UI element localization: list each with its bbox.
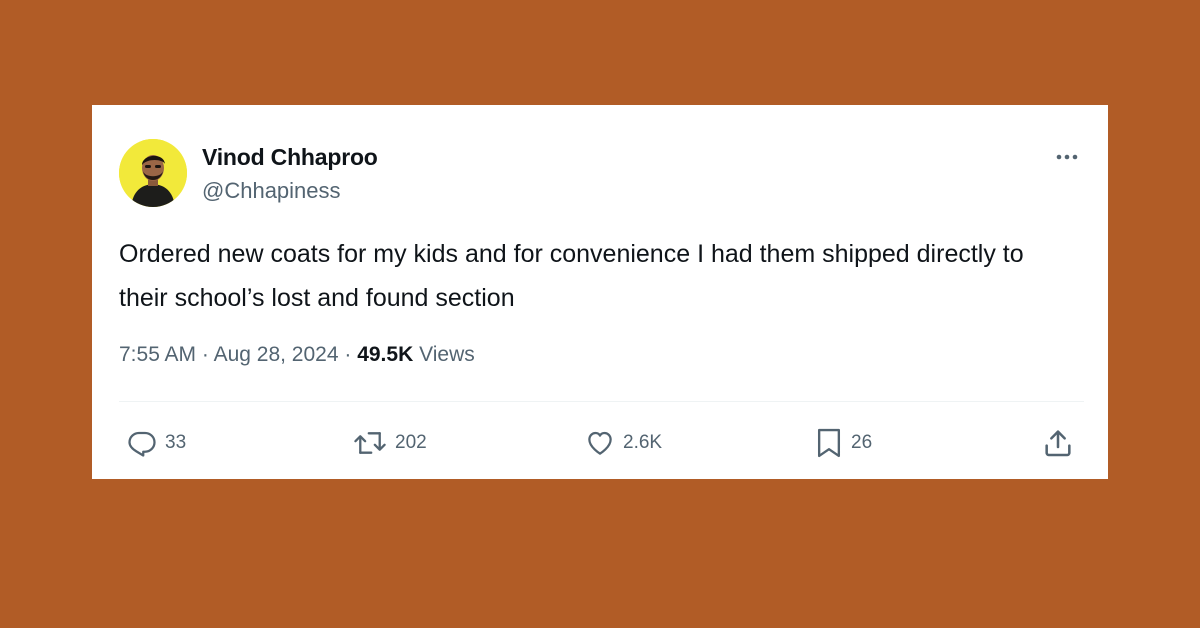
author-handle[interactable]: @Chhapiness: [202, 178, 341, 204]
meta-separator: ·: [344, 343, 358, 366]
like-count: 2.6K: [623, 432, 663, 453]
tweet-meta: 7:55 AM · Aug 28, 2024 · 49.5K Views: [119, 343, 475, 367]
repost-icon: [354, 432, 386, 454]
reply-icon: [128, 431, 156, 457]
like-button[interactable]: 2.6K: [585, 425, 662, 461]
avatar[interactable]: [119, 139, 187, 207]
bookmark-count: 26: [851, 432, 873, 453]
share-icon: [1045, 430, 1071, 457]
tweet-card: Vinod Chhaproo @Chhapiness Ordered new c…: [92, 105, 1108, 479]
repost-button[interactable]: 202: [353, 425, 427, 461]
divider: [119, 401, 1084, 402]
views-count[interactable]: 49.5K: [357, 343, 413, 366]
tweet-date[interactable]: Aug 28, 2024: [214, 343, 339, 366]
author-name[interactable]: Vinod Chhaproo: [202, 144, 378, 171]
reply-button[interactable]: 33: [127, 425, 186, 461]
avatar-image: [119, 139, 187, 207]
more-horizontal-icon: [1056, 154, 1078, 160]
more-options-button[interactable]: [1052, 142, 1082, 172]
bookmark-icon: [817, 428, 841, 458]
tweet-time[interactable]: 7:55 AM: [119, 343, 196, 366]
bookmark-button[interactable]: 26: [815, 425, 872, 461]
repost-count: 202: [395, 432, 427, 453]
tweet-text: Ordered new coats for my kids and for co…: [119, 240, 1024, 312]
share-button[interactable]: [1042, 425, 1074, 461]
views-label: Views: [419, 343, 475, 366]
meta-separator: ·: [201, 343, 214, 366]
heart-icon: [588, 431, 612, 455]
reply-count: 33: [165, 432, 187, 453]
